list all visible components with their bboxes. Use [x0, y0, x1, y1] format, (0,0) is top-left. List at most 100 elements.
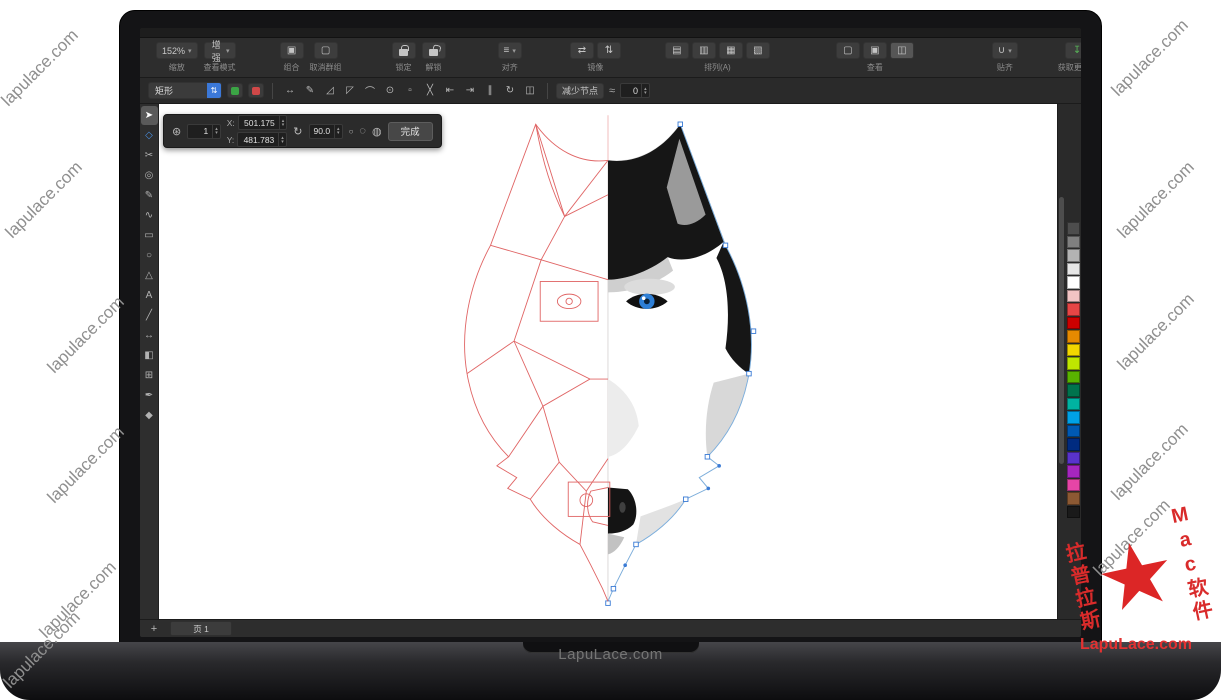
prop-tool-icon-5[interactable]: ⊙ — [381, 83, 399, 99]
ellipse-tool[interactable]: ○ — [141, 246, 158, 265]
prop-tool-icon-7[interactable]: ╳ — [421, 83, 439, 99]
select-stepper-icon[interactable]: ⇅ — [207, 83, 221, 98]
add-page-button[interactable]: + — [146, 622, 162, 636]
combine-button[interactable]: ▣ — [280, 42, 304, 59]
anchor-point-icon[interactable]: ○ — [349, 127, 354, 136]
palette-swatch[interactable] — [1067, 317, 1080, 330]
palette-swatch[interactable] — [1067, 263, 1080, 276]
page-tab[interactable]: 页 1 — [170, 621, 232, 636]
shadow-tool[interactable]: ◧ — [141, 346, 158, 365]
reduce-nodes-button[interactable]: 减少节点 — [556, 83, 604, 99]
palette-swatch[interactable] — [1067, 276, 1080, 289]
stepper-down-icon[interactable]: ▾ — [337, 131, 340, 135]
x-coordinate-field[interactable]: 501.175 ▴ ▾ — [238, 115, 288, 130]
done-button[interactable]: 完成 — [388, 122, 433, 141]
copies-stepper[interactable]: 1 ▴ ▾ — [187, 124, 221, 139]
arrange-backward-icon: ▦ — [726, 46, 735, 56]
table-tool[interactable]: ⊞ — [141, 366, 158, 385]
shape-type-select[interactable]: 矩形 ⇅ — [148, 82, 222, 99]
prop-tool-icon-1[interactable]: ✎ — [301, 83, 319, 99]
palette-swatch[interactable] — [1067, 330, 1080, 343]
crop-tool[interactable]: ✂ — [141, 146, 158, 165]
stepper-down-icon[interactable]: ▾ — [281, 140, 284, 144]
watermark-stamp: 拉普拉斯 ★ Mac软件 LapuLace.com — [1050, 515, 1221, 654]
mirror-horizontal-button[interactable]: ⇄ — [570, 42, 594, 59]
prop-tool-icon-12[interactable]: ◫ — [521, 83, 539, 99]
drawing-canvas[interactable]: ⊛ 1 ▴ ▾ X: 501.175 — [159, 104, 1057, 619]
line-tool[interactable]: ╱ — [141, 306, 158, 325]
view-option-1-button[interactable]: ▢ — [836, 42, 860, 59]
toggle-green-button[interactable] — [227, 83, 243, 98]
palette-swatch[interactable] — [1067, 438, 1080, 451]
arrange-back-button[interactable]: ▧ — [746, 42, 770, 59]
prop-tool-icon-4[interactable]: ⌒ — [361, 83, 379, 99]
ellipse-mode-icon[interactable]: ◌ — [359, 125, 366, 137]
palette-swatch[interactable] — [1067, 465, 1080, 478]
arrange-front-button[interactable]: ▤ — [665, 42, 689, 59]
palette-swatch[interactable] — [1067, 452, 1080, 465]
rotate-icon: ↻ — [293, 125, 302, 138]
prop-tool-icon-2[interactable]: ◿ — [321, 83, 339, 99]
prop-tool-icon-3[interactable]: ◸ — [341, 83, 359, 99]
unlock-button[interactable] — [422, 42, 446, 59]
palette-swatch[interactable] — [1067, 344, 1080, 357]
scrollbar-thumb[interactable] — [1059, 197, 1064, 465]
palette-swatch[interactable] — [1067, 479, 1080, 492]
prop-tool-icon-8[interactable]: ⇤ — [441, 83, 459, 99]
stepper-down-icon[interactable]: ▾ — [215, 131, 218, 135]
snap-dropdown[interactable]: ∪ ▾ — [992, 42, 1018, 59]
palette-swatch[interactable] — [1067, 222, 1080, 235]
palette-swatch[interactable] — [1067, 411, 1080, 424]
shape-tool[interactable]: ◇ — [141, 126, 158, 145]
approx-value: 0 — [621, 86, 641, 96]
eyedropper-tool[interactable]: ✒ — [141, 386, 158, 405]
stepper-down-icon[interactable]: ▾ — [282, 123, 285, 127]
get-more-button[interactable]: ↧ — [1065, 42, 1081, 59]
arrange-forward-button[interactable]: ▥ — [692, 42, 716, 59]
palette-swatch[interactable] — [1067, 371, 1080, 384]
view-option-3-button[interactable]: ◫ — [890, 42, 914, 59]
workspace: ➤◇✂◎✎∿▭○△A╱↔◧⊞✒◆ — [140, 104, 1081, 619]
zoom-level-dropdown[interactable]: 152% ▾ — [156, 42, 198, 59]
prop-tool-icon-11[interactable]: ↻ — [501, 83, 519, 99]
stepper-down-icon[interactable]: ▾ — [644, 91, 647, 95]
bezier-tool[interactable]: ∿ — [141, 206, 158, 225]
palette-swatch[interactable] — [1067, 236, 1080, 249]
dimension-tool[interactable]: ↔ — [141, 326, 158, 345]
rectangle-tool[interactable]: ▭ — [141, 226, 158, 245]
pick-tool[interactable]: ➤ — [141, 106, 158, 125]
arrange-backward-button[interactable]: ▦ — [719, 42, 743, 59]
zoom-tool[interactable]: ◎ — [141, 166, 158, 185]
palette-swatch[interactable] — [1067, 357, 1080, 370]
toggle-red-button[interactable] — [248, 83, 264, 98]
palette-swatch[interactable] — [1067, 303, 1080, 316]
palette-swatch[interactable] — [1067, 398, 1080, 411]
align-dropdown[interactable]: ≡ ▾ — [498, 42, 522, 59]
y-coordinate-field[interactable]: 481.783 ▴ ▾ — [237, 132, 287, 147]
arrange-forward-icon: ▥ — [699, 46, 708, 56]
mirror-vertical-button[interactable]: ⇅ — [597, 42, 621, 59]
palette-swatch[interactable] — [1067, 249, 1080, 262]
ungroup-button[interactable]: ▢ — [314, 42, 338, 59]
prop-tool-icon-9[interactable]: ⇥ — [461, 83, 479, 99]
husky-artwork[interactable] — [319, 108, 897, 614]
get-more-label: 获取更多... — [1058, 62, 1081, 73]
lock-button[interactable] — [392, 42, 416, 59]
prop-tool-icon-0[interactable]: ↔ — [281, 83, 299, 99]
palette-swatch[interactable] — [1067, 492, 1080, 505]
fill-tool[interactable]: ◆ — [141, 406, 158, 425]
status-bar: + 页 1 — [140, 619, 1081, 637]
prop-tool-icon-6[interactable]: ▫ — [401, 83, 419, 99]
rotation-angle-field[interactable]: 90.0 ▴ ▾ — [309, 124, 343, 139]
polygon-tool[interactable]: △ — [141, 266, 158, 285]
freehand-tool[interactable]: ✎ — [141, 186, 158, 205]
palette-swatch[interactable] — [1067, 384, 1080, 397]
text-tool[interactable]: A — [141, 286, 158, 305]
fill-mode-icon[interactable]: ◍ — [372, 125, 382, 138]
approx-value-stepper[interactable]: 0 ▴ ▾ — [620, 83, 650, 98]
view-mode-dropdown[interactable]: 增强 ▾ — [204, 42, 236, 59]
palette-swatch[interactable] — [1067, 425, 1080, 438]
view-option-2-button[interactable]: ▣ — [863, 42, 887, 59]
palette-swatch[interactable] — [1067, 290, 1080, 303]
prop-tool-icon-10[interactable]: ∥ — [481, 83, 499, 99]
